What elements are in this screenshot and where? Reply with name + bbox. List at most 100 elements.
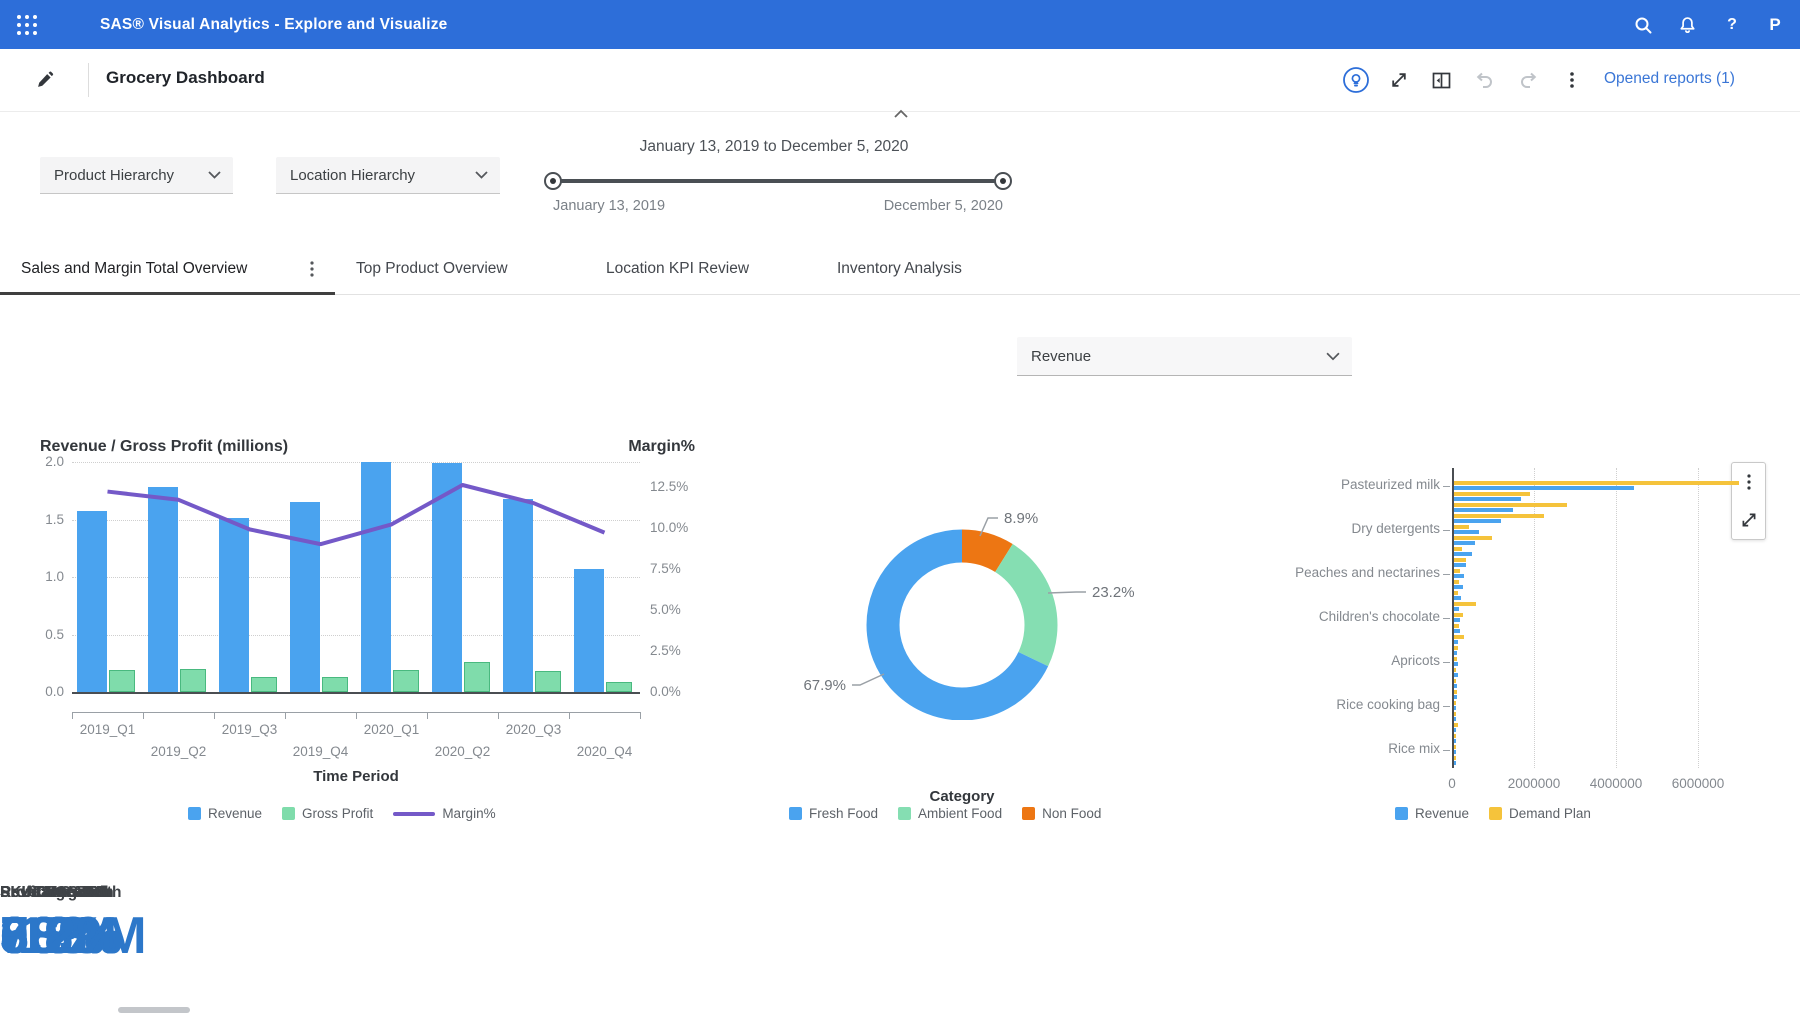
demand-plan-bar[interactable] bbox=[1454, 756, 1456, 760]
donut-label-ambient-food: 23.2% bbox=[1092, 584, 1135, 601]
user-avatar[interactable]: P bbox=[1762, 12, 1788, 38]
demand-plan-bar[interactable] bbox=[1454, 536, 1492, 540]
revenue-hbar[interactable] bbox=[1454, 530, 1479, 534]
demand-plan-bar[interactable] bbox=[1454, 723, 1458, 727]
revenue-hbar[interactable] bbox=[1454, 640, 1458, 644]
demand-plan-bar[interactable] bbox=[1454, 558, 1466, 562]
revenue-hbar[interactable] bbox=[1454, 629, 1460, 633]
revenue-hbar[interactable] bbox=[1454, 750, 1456, 754]
app-launcher-icon[interactable] bbox=[15, 13, 39, 37]
x-axis-label: 2020_Q3 bbox=[494, 722, 574, 737]
non-food-swatch bbox=[1022, 807, 1035, 820]
revenue-hbar[interactable] bbox=[1454, 684, 1457, 688]
revenue-hbar[interactable] bbox=[1454, 618, 1460, 622]
revenue-hbar[interactable] bbox=[1454, 728, 1456, 732]
revenue-hbar[interactable] bbox=[1454, 673, 1458, 677]
chart-maximize-icon[interactable] bbox=[1732, 503, 1765, 537]
demand-plan-bar[interactable] bbox=[1454, 591, 1458, 595]
help-icon[interactable]: ? bbox=[1719, 12, 1745, 38]
ambient-food-swatch bbox=[898, 807, 911, 820]
fullscreen-expand-icon[interactable] bbox=[1385, 66, 1413, 94]
redo-icon[interactable] bbox=[1515, 66, 1543, 94]
tab-location-kpi-review[interactable]: Location KPI Review bbox=[606, 243, 749, 295]
demand-plan-bar[interactable] bbox=[1454, 646, 1458, 650]
opened-reports-link[interactable]: Opened reports (1) bbox=[1604, 70, 1735, 88]
undo-icon[interactable] bbox=[1470, 66, 1498, 94]
layout-panel-icon[interactable] bbox=[1427, 66, 1455, 94]
demand-plan-bar[interactable] bbox=[1454, 734, 1456, 738]
demand-plan-bar[interactable] bbox=[1454, 690, 1457, 694]
date-slider-track[interactable] bbox=[553, 179, 1003, 183]
revenue-hbar[interactable] bbox=[1454, 585, 1463, 589]
demand-plan-bar[interactable] bbox=[1454, 635, 1464, 639]
demand-plan-bar[interactable] bbox=[1454, 503, 1567, 507]
demand-plan-bar[interactable] bbox=[1454, 668, 1456, 672]
margin-line bbox=[108, 485, 605, 544]
revenue-hbar[interactable] bbox=[1454, 761, 1456, 765]
left-axis-tick: 1.0 bbox=[30, 569, 64, 584]
revenue-hbar[interactable] bbox=[1454, 596, 1461, 600]
demand-plan-bar[interactable] bbox=[1454, 613, 1463, 617]
left-axis-tick: 1.5 bbox=[30, 512, 64, 527]
demand-plan-bar[interactable] bbox=[1454, 679, 1456, 683]
demand-plan-bar[interactable] bbox=[1454, 547, 1462, 551]
collapse-filters-caret-icon[interactable] bbox=[893, 106, 909, 116]
revenue-hbar[interactable] bbox=[1454, 717, 1456, 721]
v-gridline bbox=[1698, 468, 1699, 768]
demand-plan-bar[interactable] bbox=[1454, 569, 1460, 573]
legend-item-non-food: Non Food bbox=[1022, 806, 1101, 821]
demand-plan-bar[interactable] bbox=[1454, 525, 1469, 529]
hbar-category-tick bbox=[1443, 530, 1450, 532]
product-hierarchy-dropdown[interactable]: Product Hierarchy bbox=[40, 157, 233, 194]
active-tab-menu-icon[interactable] bbox=[305, 258, 321, 280]
revenue-hbar[interactable] bbox=[1454, 662, 1458, 666]
revenue-hbar[interactable] bbox=[1454, 739, 1456, 743]
demand-plan-bar[interactable] bbox=[1454, 657, 1457, 661]
demand-plan-bar[interactable] bbox=[1454, 602, 1476, 606]
search-icon[interactable] bbox=[1630, 12, 1656, 38]
horizontal-scrollbar-thumb[interactable] bbox=[118, 1007, 190, 1013]
hbar-category-tick bbox=[1443, 706, 1450, 708]
suggestions-lightbulb-icon[interactable] bbox=[1342, 66, 1370, 94]
revenue-hbar[interactable] bbox=[1454, 541, 1475, 545]
more-options-kebab-icon[interactable] bbox=[1558, 66, 1586, 94]
revenue-hbar[interactable] bbox=[1454, 695, 1457, 699]
revenue-hbar[interactable] bbox=[1454, 552, 1472, 556]
tab-sales-and-margin-total-overview[interactable]: Sales and Margin Total Overview bbox=[21, 243, 247, 295]
demand-plan-bar[interactable] bbox=[1454, 514, 1544, 518]
tab-top-product-overview[interactable]: Top Product Overview bbox=[356, 243, 508, 295]
demand-plan-bar[interactable] bbox=[1454, 745, 1456, 749]
demand-plan-bar[interactable] bbox=[1454, 701, 1456, 705]
revenue-hbar[interactable] bbox=[1454, 706, 1456, 710]
measure-dropdown[interactable]: Revenue bbox=[1017, 337, 1352, 376]
x-axis-tick bbox=[143, 712, 144, 719]
demand-plan-bar[interactable] bbox=[1454, 492, 1530, 496]
hbar-x-tick: 2000000 bbox=[1489, 776, 1579, 791]
legend-item-revenue: Revenue bbox=[188, 806, 262, 821]
legend-item-margin: Margin% bbox=[393, 806, 495, 821]
v-gridline bbox=[1616, 468, 1617, 768]
edit-pencil-icon[interactable] bbox=[30, 66, 58, 94]
tab-inventory-analysis[interactable]: Inventory Analysis bbox=[837, 243, 962, 295]
revenue-hbar[interactable] bbox=[1454, 574, 1464, 578]
donut-label-fresh-food: 67.9% bbox=[803, 677, 846, 694]
x-axis-tick bbox=[356, 712, 357, 719]
revenue-hbar[interactable] bbox=[1454, 508, 1513, 512]
demand-plan-bar[interactable] bbox=[1454, 580, 1459, 584]
revenue-hbar[interactable] bbox=[1454, 497, 1521, 501]
location-hierarchy-label: Location Hierarchy bbox=[290, 167, 415, 184]
donut-legend: Fresh Food Ambient Food Non Food bbox=[789, 806, 1101, 821]
revenue-hbar[interactable] bbox=[1454, 607, 1459, 611]
demand-plan-bar[interactable] bbox=[1454, 481, 1739, 485]
demand-plan-bar[interactable] bbox=[1454, 712, 1456, 716]
notifications-bell-icon[interactable] bbox=[1674, 12, 1700, 38]
fresh-food-swatch bbox=[789, 807, 802, 820]
date-slider-handle-start[interactable] bbox=[544, 172, 562, 190]
demand-plan-bar[interactable] bbox=[1454, 624, 1459, 628]
revenue-hbar[interactable] bbox=[1454, 651, 1457, 655]
location-hierarchy-dropdown[interactable]: Location Hierarchy bbox=[276, 157, 500, 194]
revenue-hbar[interactable] bbox=[1454, 563, 1466, 567]
revenue-hbar[interactable] bbox=[1454, 486, 1634, 490]
revenue-hbar[interactable] bbox=[1454, 519, 1501, 523]
date-slider-handle-end[interactable] bbox=[994, 172, 1012, 190]
